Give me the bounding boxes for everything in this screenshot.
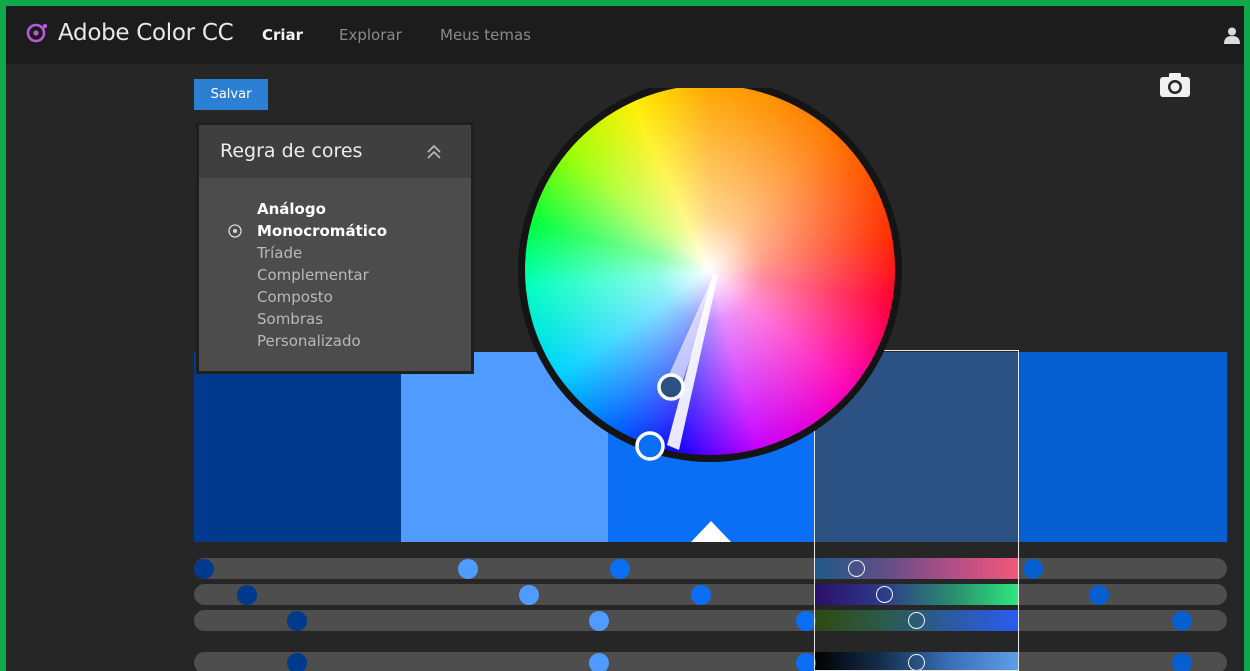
slider-knob[interactable] xyxy=(609,558,630,579)
slider-knob-selected[interactable] xyxy=(908,612,926,629)
slider-track[interactable] xyxy=(194,652,1227,671)
slider-knob[interactable] xyxy=(457,558,478,579)
app-title: Adobe Color CC xyxy=(58,20,234,46)
wheel-marker-base[interactable] xyxy=(635,431,665,461)
wheel-marker[interactable] xyxy=(657,373,685,401)
rule-option-sombras[interactable]: Sombras xyxy=(257,308,387,330)
camera-icon[interactable] xyxy=(1159,72,1191,98)
color-wheel-graphic xyxy=(518,78,902,462)
base-color-indicator xyxy=(691,521,731,542)
nav-criar[interactable]: Criar xyxy=(262,26,303,44)
color-rule-header: Regra de cores xyxy=(199,125,471,178)
slider-knob[interactable] xyxy=(287,610,308,631)
nav-explorar[interactable]: Explorar xyxy=(339,26,402,44)
slider-knob[interactable] xyxy=(518,584,539,605)
slider-track[interactable] xyxy=(194,558,1227,579)
slider-knob[interactable] xyxy=(795,610,816,631)
slider-knob[interactable] xyxy=(236,584,257,605)
slider-knob-selected[interactable] xyxy=(908,654,926,671)
color-rule-title: Regra de cores xyxy=(220,140,363,162)
slider-knob[interactable] xyxy=(1088,584,1109,605)
rule-option-personalizado[interactable]: Personalizado xyxy=(257,330,387,352)
slider-knob-selected[interactable] xyxy=(876,586,894,603)
slider-knob[interactable] xyxy=(588,652,609,671)
rule-option-composto[interactable]: Composto xyxy=(257,286,387,308)
color-wheel[interactable] xyxy=(515,78,905,478)
user-icon[interactable] xyxy=(1223,26,1241,44)
slider-gradient xyxy=(814,558,1019,579)
slider-knob[interactable] xyxy=(588,610,609,631)
save-button[interactable]: Salvar xyxy=(194,79,268,110)
slider-knob[interactable] xyxy=(287,652,308,671)
slider-knob[interactable] xyxy=(1022,558,1043,579)
slider-gradient xyxy=(814,584,1019,605)
color-swatch[interactable] xyxy=(1020,352,1227,542)
rule-option-analogo[interactable]: Análogo xyxy=(257,198,387,220)
nav-meus-temas[interactable]: Meus temas xyxy=(440,26,531,44)
slider-knob[interactable] xyxy=(1171,610,1192,631)
app-window: Adobe Color CC Criar Explorar Meus temas… xyxy=(6,6,1244,671)
rule-option-monocromatico[interactable]: Monocromático xyxy=(257,220,387,242)
slider-knob[interactable] xyxy=(691,584,712,605)
rule-option-triade[interactable]: Tríade xyxy=(257,242,387,264)
color-rule-panel: Regra de cores Análogo Monocromático Trí… xyxy=(199,125,471,371)
slider-knob[interactable] xyxy=(1171,652,1192,671)
adobe-color-logo-icon xyxy=(26,23,48,43)
top-bar: Adobe Color CC Criar Explorar Meus temas xyxy=(6,6,1244,64)
slider-knob[interactable] xyxy=(795,652,816,671)
color-rule-options: Análogo Monocromático Tríade Complementa… xyxy=(257,198,387,352)
rule-option-complementar[interactable]: Complementar xyxy=(257,264,387,286)
color-swatch[interactable] xyxy=(194,352,401,542)
slider-knob[interactable] xyxy=(194,558,215,579)
radio-selected-icon xyxy=(228,224,242,238)
double-chevron-up-icon[interactable] xyxy=(424,143,444,161)
slider-track[interactable] xyxy=(194,610,1227,631)
